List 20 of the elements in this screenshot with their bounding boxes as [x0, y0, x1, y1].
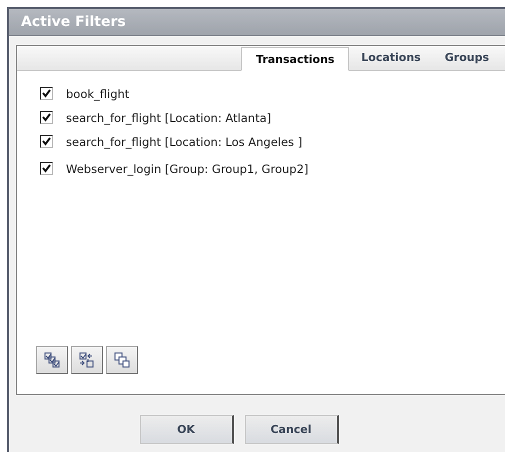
window-title: Active Filters	[9, 9, 505, 36]
tool-button[interactable]	[106, 346, 138, 374]
overlapping-squares-icon	[113, 351, 131, 369]
checkbox[interactable]	[40, 162, 53, 175]
tool-button[interactable]	[71, 346, 103, 374]
filter-label: Webserver_login [Group: Group1, Group2]	[66, 162, 308, 176]
swap-checkbox-icon	[78, 351, 96, 369]
checkbox[interactable]	[40, 111, 53, 124]
tool-button[interactable]	[36, 346, 68, 374]
tab[interactable]: Locations	[349, 48, 433, 70]
cancel-button[interactable]: Cancel	[244, 415, 338, 444]
checkbox[interactable]	[40, 87, 53, 100]
checkbox[interactable]	[40, 135, 53, 148]
filter-label: book_flight	[66, 86, 130, 100]
tab[interactable]: Groups	[432, 48, 501, 70]
filter-label: search_for_flight [Location: Atlanta]	[66, 110, 272, 124]
ok-button[interactable]: OK	[140, 415, 234, 444]
filter-label: search_for_flight [Location: Los Angeles ]	[66, 134, 302, 148]
tab[interactable]: Transactions	[241, 47, 350, 71]
checkboxes-icon	[43, 351, 61, 369]
